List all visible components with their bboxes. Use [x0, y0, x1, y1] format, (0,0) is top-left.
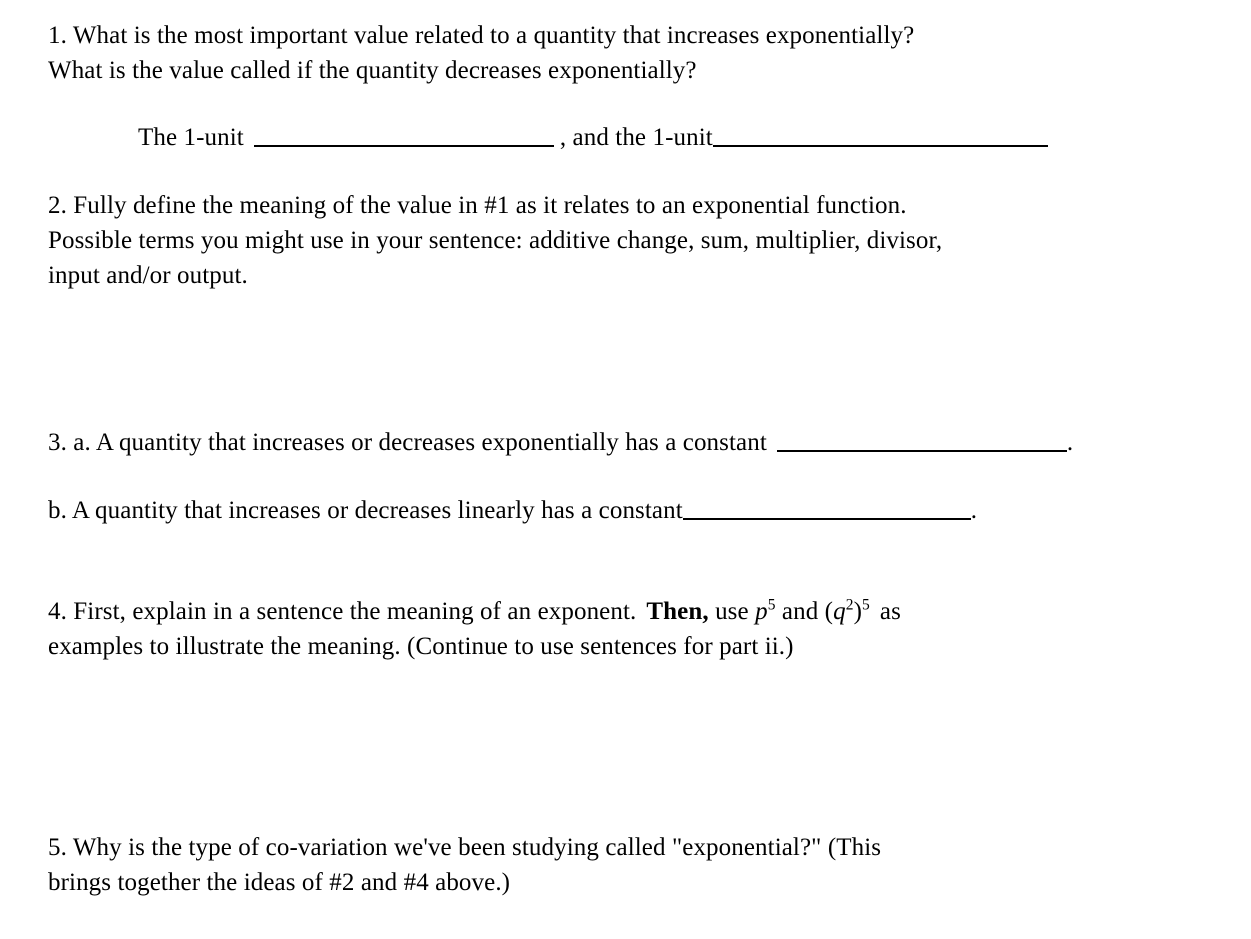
question-1: 1. What is the most important value rela… [48, 18, 1188, 88]
question-3a: 3. a. A quantity that increases or decre… [48, 425, 1251, 460]
expression-p-base: p [755, 598, 768, 625]
question-4-part-2: use [715, 598, 749, 625]
question-3b-text: b. A quantity that increases or decrease… [48, 497, 683, 524]
question-4-line-1: 4. First, explain in a sentence the mean… [48, 594, 1128, 629]
blank-answer-3a[interactable] [776, 428, 1067, 452]
expression-q-inner-exponent: 2 [845, 596, 854, 614]
blank-answer-1b[interactable] [712, 123, 1048, 147]
blank-answer-1a[interactable] [253, 123, 554, 147]
answer-1-prefix: The 1-unit [138, 124, 244, 151]
question-3b-period: . [970, 497, 978, 524]
question-4-line-2: examples to illustrate the meaning. (Con… [48, 633, 794, 660]
question-5: 5. Why is the type of co-variation we've… [48, 830, 1078, 900]
question-3a-text: 3. a. A quantity that increases or decre… [48, 429, 767, 456]
question-2-line-2: Possible terms you might use in your sen… [48, 227, 943, 254]
expression-q-open-paren: ( [824, 598, 834, 625]
question-2: 2. Fully define the meaning of the value… [48, 188, 1138, 293]
worksheet-page: 1. What is the most important value rela… [0, 0, 1251, 939]
expression-q-close-paren: ) [853, 598, 863, 625]
question-5-line-2: brings together the ideas of #2 and #4 a… [48, 869, 511, 896]
expression-q-outer-exponent: 5 [862, 596, 870, 614]
question-3b: b. A quantity that increases or decrease… [48, 493, 1228, 528]
question-4-conjunction: and [781, 598, 819, 625]
blank-answer-3b[interactable] [682, 496, 971, 520]
question-1-line-2: What is the value called if the quantity… [48, 57, 697, 84]
question-4-part-1: 4. First, explain in a sentence the mean… [48, 598, 637, 625]
question-4: 4. First, explain in a sentence the mean… [48, 594, 1128, 664]
expression-p-exponent: 5 [767, 596, 776, 614]
question-1-line-1: 1. What is the most important value rela… [48, 22, 915, 49]
question-3a-period: . [1066, 429, 1074, 456]
question-4-part-3: as [879, 598, 901, 625]
answer-1-middle: , and the 1-unit [559, 124, 713, 151]
question-4-emphasis: Then, [646, 598, 709, 625]
question-2-line-1: 2. Fully define the meaning of the value… [48, 192, 907, 219]
question-2-line-3: input and/or output. [48, 262, 248, 289]
expression-q-base: q [833, 598, 846, 625]
question-5-line-1: 5. Why is the type of co-variation we've… [48, 834, 882, 861]
question-1-answer-line: The 1-unit , and the 1-unit [48, 120, 1251, 155]
